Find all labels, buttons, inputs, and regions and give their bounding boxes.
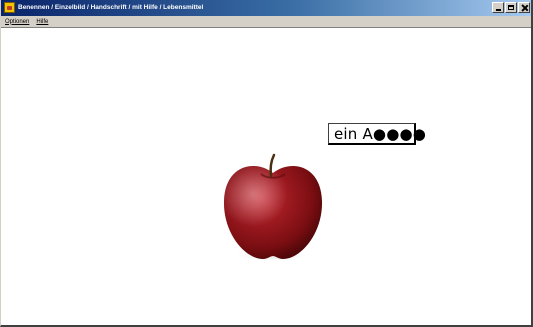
- apple-illustration: [223, 153, 323, 262]
- caption-buttons: [492, 2, 530, 14]
- close-button[interactable]: [518, 2, 530, 13]
- minimize-button[interactable]: [492, 2, 504, 13]
- app-window: Benennen / Einzelbild / Handschrift / mi…: [0, 0, 533, 327]
- menu-bar: Optionen Hilfe: [1, 16, 531, 28]
- answer-text: ein A●●●●: [334, 124, 427, 143]
- close-icon: [521, 4, 528, 11]
- maximize-icon: [508, 5, 514, 10]
- minimize-icon: [496, 9, 501, 11]
- menu-optionen[interactable]: Optionen: [1, 17, 32, 27]
- maximize-button[interactable]: [505, 2, 517, 13]
- menu-hilfe[interactable]: Hilfe: [32, 17, 51, 27]
- title-bar[interactable]: Benennen / Einzelbild / Handschrift / mi…: [1, 0, 531, 16]
- handwriting-answer-box[interactable]: ein A●●●●: [328, 123, 426, 145]
- exercise-area: ein A●●●●: [1, 28, 531, 325]
- window-title: Benennen / Einzelbild / Handschrift / mi…: [18, 4, 204, 11]
- app-icon[interactable]: [4, 2, 15, 13]
- apple-image: [221, 141, 325, 265]
